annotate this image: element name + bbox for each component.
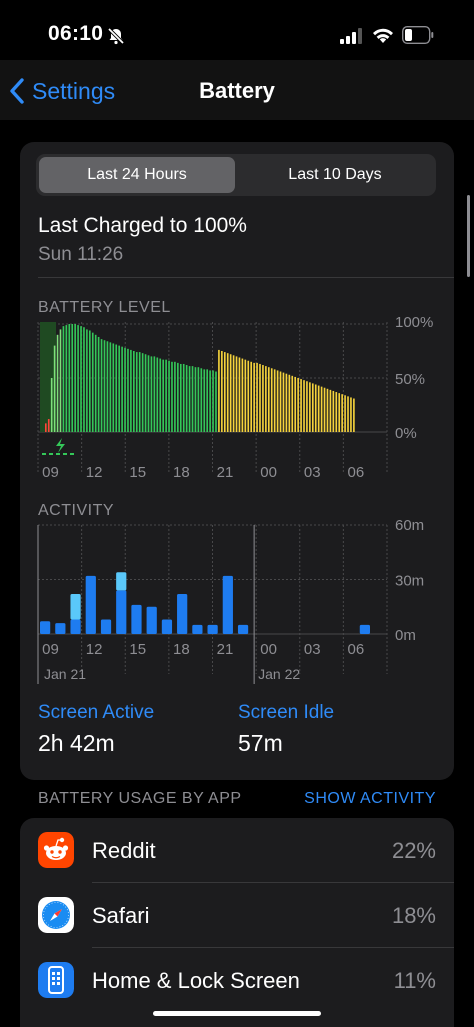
battery-card: Last 24 Hours Last 10 Days Last Charged … bbox=[20, 142, 454, 780]
activity-bar-idle bbox=[70, 594, 81, 620]
activity-bar-active bbox=[55, 623, 66, 634]
x-tick-label: 00 bbox=[260, 641, 277, 658]
app-percent: 22% bbox=[391, 838, 436, 863]
battery-usage-header: BATTERY USAGE BY APP bbox=[38, 790, 242, 807]
x-tick-label: 15 bbox=[129, 641, 146, 658]
activity-chart: 60m 30m 0m 09 12 15 18 21 00 03 06 Jan 21 Jan 22 bbox=[37, 517, 424, 684]
x-tick-label: 03 bbox=[304, 641, 321, 658]
app-row-home-lock-screen[interactable]: Home & Lock Screen 11% bbox=[20, 948, 454, 1013]
screen-active-value: 2h 42m bbox=[38, 730, 115, 756]
wifi-icon bbox=[373, 28, 393, 43]
activity-bar-active bbox=[116, 590, 127, 634]
activity-bar-active bbox=[70, 619, 81, 634]
activity-bar-active bbox=[161, 619, 173, 634]
app-percent: 11% bbox=[393, 968, 436, 993]
home-indicator[interactable] bbox=[153, 1011, 321, 1016]
screen-active-label: Screen Active bbox=[38, 702, 155, 723]
x-tick-label: 09 bbox=[42, 641, 59, 658]
x-tick-label: 12 bbox=[86, 641, 103, 658]
app-row-reddit[interactable]: Reddit 22% bbox=[20, 818, 454, 883]
activity-bar-active bbox=[177, 594, 188, 634]
status-time: 06:10 bbox=[48, 22, 104, 45]
x-tick-label: 18 bbox=[173, 641, 190, 658]
page-title: Battery bbox=[199, 78, 275, 103]
cellular-signal-icon bbox=[340, 28, 362, 44]
status-bar: 06:10 bbox=[0, 0, 474, 60]
activity-bar-active bbox=[85, 575, 96, 634]
reddit-icon bbox=[38, 832, 74, 868]
activity-bar-active bbox=[146, 606, 157, 634]
app-name: Safari bbox=[92, 903, 150, 928]
scroll-indicator[interactable] bbox=[467, 195, 470, 277]
x-tick-label: 06 bbox=[348, 641, 365, 658]
screen-idle-label: Screen Idle bbox=[238, 702, 335, 723]
activity-bar-active bbox=[222, 575, 233, 634]
y-tick-label: 0m bbox=[395, 627, 416, 644]
safari-icon bbox=[38, 897, 74, 933]
battery-icon bbox=[402, 26, 434, 44]
activity-bar-active bbox=[359, 624, 370, 634]
activity-bar-idle bbox=[116, 572, 127, 591]
app-row-safari[interactable]: Safari 18% bbox=[20, 883, 454, 948]
app-name: Reddit bbox=[92, 838, 156, 863]
activity-bar-active bbox=[192, 624, 203, 634]
show-activity-button[interactable]: SHOW ACTIVITY bbox=[304, 790, 436, 808]
x-tick-label: 21 bbox=[217, 641, 234, 658]
app-percent: 18% bbox=[391, 903, 436, 928]
date-label: Jan 22 bbox=[258, 666, 300, 682]
activity-bar-active bbox=[40, 621, 51, 634]
app-usage-list: Reddit 22% Safari 18% Home & Lock Screen… bbox=[20, 818, 454, 1027]
activity-bar-active bbox=[100, 619, 112, 634]
y-tick-label: 60m bbox=[395, 517, 424, 534]
activity-bar-active bbox=[237, 624, 249, 634]
app-name: Home & Lock Screen bbox=[92, 968, 300, 993]
activity-bar-active bbox=[131, 604, 142, 634]
date-label: Jan 21 bbox=[44, 666, 86, 682]
screen-idle-value: 57m bbox=[238, 730, 283, 756]
activity-bar-active bbox=[207, 624, 218, 634]
home-lock-screen-icon bbox=[38, 962, 74, 998]
y-tick-label: 30m bbox=[395, 573, 424, 590]
silent-bell-icon bbox=[107, 27, 125, 45]
